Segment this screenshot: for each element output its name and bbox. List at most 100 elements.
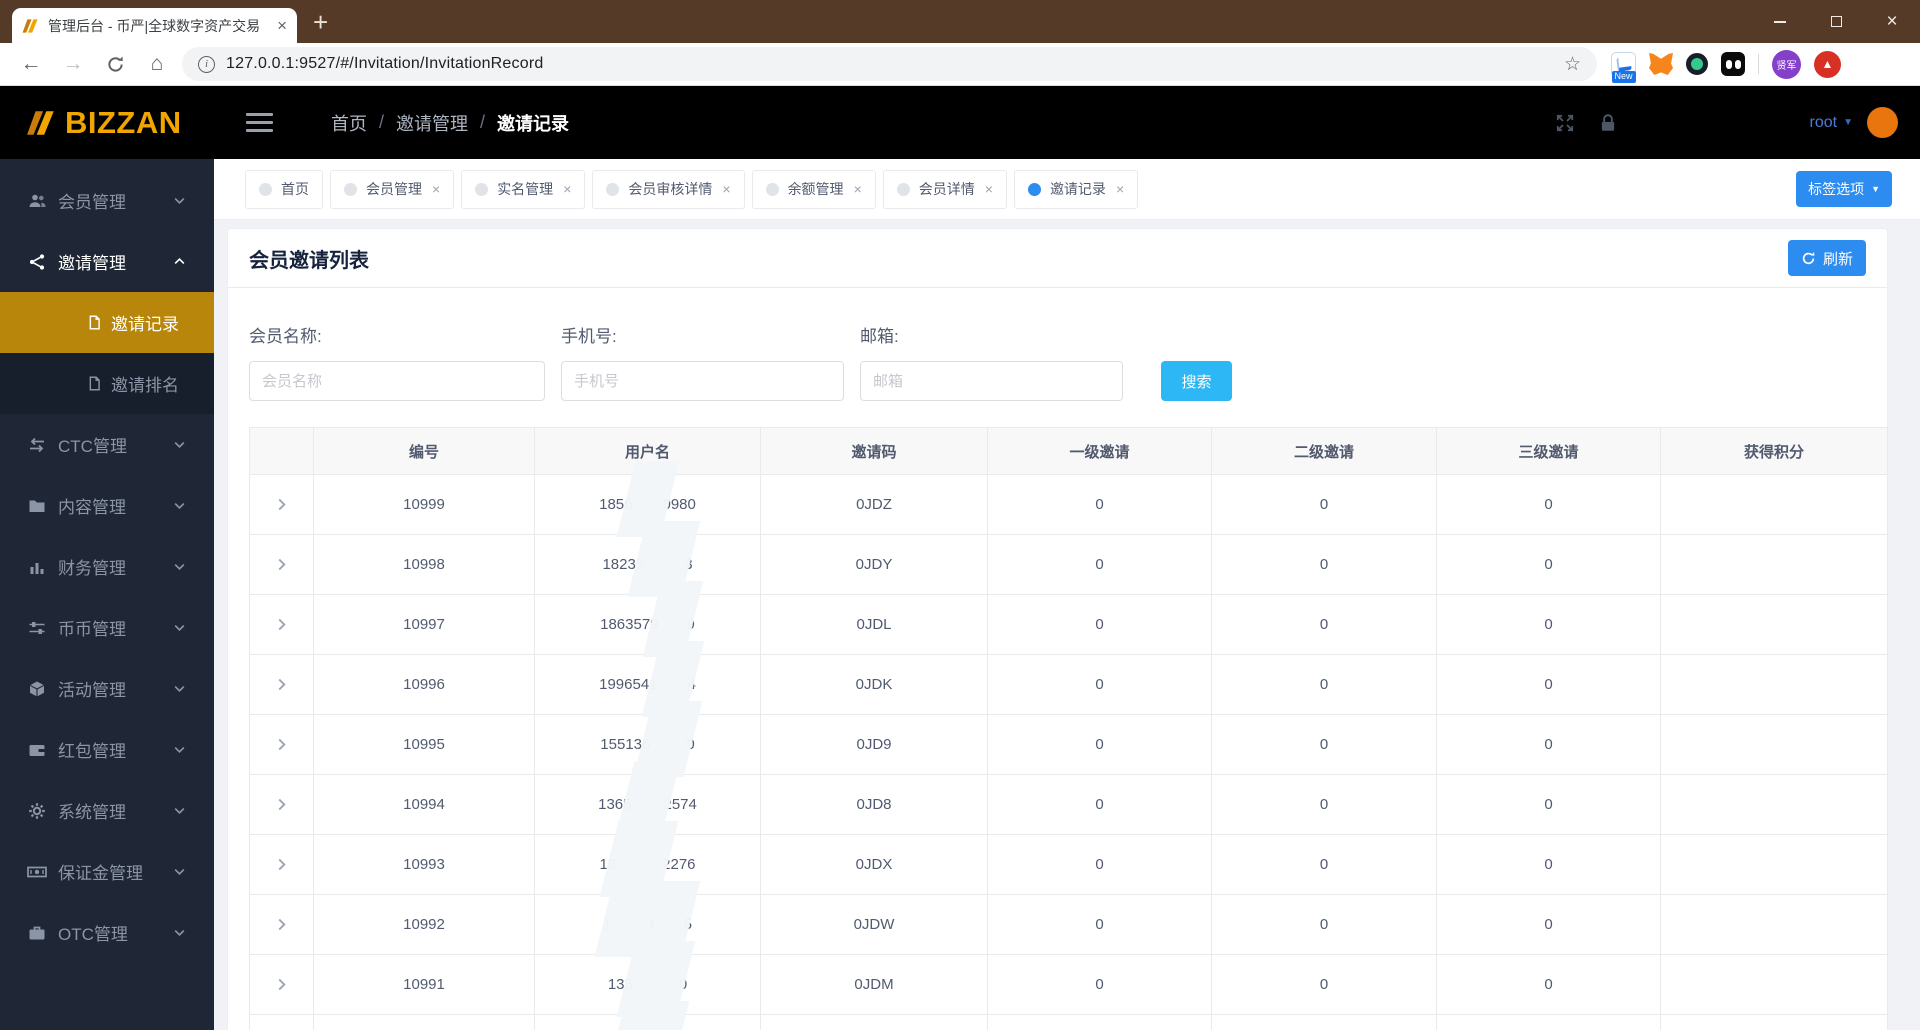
tag-options-button[interactable]: 标签选项 ▼ bbox=[1796, 171, 1892, 207]
tab-close-icon[interactable]: × bbox=[277, 17, 287, 34]
back-button[interactable]: ← bbox=[10, 52, 52, 76]
sidebar-item-系统管理[interactable]: 系统管理 bbox=[0, 780, 214, 841]
tag-close-icon[interactable]: × bbox=[722, 181, 730, 197]
cell-invite-code bbox=[760, 1014, 988, 1030]
expand-row-button[interactable] bbox=[249, 474, 314, 535]
view-tab-首页[interactable]: 首页 bbox=[245, 169, 323, 209]
expand-row-button[interactable] bbox=[249, 594, 314, 655]
tag-close-icon[interactable]: × bbox=[985, 181, 993, 197]
view-tab-邀请记录[interactable]: 邀请记录 × bbox=[1013, 169, 1139, 209]
fullscreen-icon[interactable] bbox=[1554, 112, 1576, 134]
cell-invite-code: 0JDL bbox=[760, 594, 988, 655]
cell-level1-invites: 0 bbox=[987, 774, 1212, 835]
close-icon: × bbox=[1886, 11, 1898, 32]
new-tab-button[interactable]: + bbox=[313, 9, 328, 35]
search-filters: 会员名称: 手机号: 邮箱: 搜索 bbox=[228, 288, 1887, 401]
window-close-button[interactable]: × bbox=[1864, 0, 1920, 43]
lock-screen-icon[interactable] bbox=[1598, 113, 1618, 133]
tag-close-icon[interactable]: × bbox=[563, 181, 571, 197]
member-name-input[interactable] bbox=[249, 361, 545, 401]
expand-row-button[interactable] bbox=[249, 534, 314, 595]
browser-profile-avatar[interactable]: 贤军 bbox=[1772, 49, 1801, 79]
view-tab-会员审核详情[interactable]: 会员审核详情 × bbox=[592, 169, 745, 209]
expand-row-button[interactable] bbox=[249, 654, 314, 715]
refresh-button[interactable]: 刷新 bbox=[1787, 240, 1866, 276]
sidebar-toggle-button[interactable] bbox=[246, 113, 273, 132]
sidebar-subitem-邀请记录[interactable]: 邀请记录 bbox=[0, 292, 214, 353]
view-tab-余额管理[interactable]: 余额管理 × bbox=[751, 169, 876, 209]
window-minimize-button[interactable] bbox=[1752, 0, 1808, 43]
censor-blur bbox=[632, 797, 664, 813]
breadcrumb: 首页 / 邀请管理 / 邀请记录 bbox=[331, 110, 569, 136]
censor-blur bbox=[659, 617, 687, 633]
bizzan-logo-icon bbox=[27, 110, 54, 135]
expand-row-button[interactable] bbox=[249, 774, 314, 835]
cell-username bbox=[534, 1014, 761, 1030]
chevron-down-icon bbox=[173, 194, 186, 207]
extension-new-icon[interactable]: New bbox=[1611, 51, 1636, 83]
breadcrumb-home[interactable]: 首页 bbox=[331, 110, 367, 136]
table-row: 10997 1863579 9 0JDL 0 0 0 bbox=[249, 594, 1888, 655]
cell-level2-invites: 0 bbox=[1211, 894, 1437, 955]
sidebar-item-财务管理[interactable]: 财务管理 bbox=[0, 536, 214, 597]
sidebar-item-红包管理[interactable]: 红包管理 bbox=[0, 719, 214, 780]
sidebar-item-OTC管理[interactable]: OTC管理 bbox=[0, 902, 214, 963]
email-input[interactable] bbox=[860, 361, 1123, 401]
cell-level1-invites: 0 bbox=[987, 534, 1212, 595]
view-tab-实名管理[interactable]: 实名管理 × bbox=[461, 169, 586, 209]
table-row bbox=[249, 1014, 1888, 1030]
search-button[interactable]: 搜索 bbox=[1161, 361, 1232, 401]
expand-row-button[interactable] bbox=[249, 834, 314, 895]
sidebar-subitem-邀请排名[interactable]: 邀请排名 bbox=[0, 353, 214, 414]
tag-close-icon[interactable]: × bbox=[854, 181, 862, 197]
forward-button[interactable]: → bbox=[52, 52, 94, 76]
sidebar-item-邀请管理[interactable]: 邀请管理 bbox=[0, 231, 214, 292]
table-row: 10994 1365 2574 0JD8 0 0 0 bbox=[249, 774, 1888, 835]
extension-ring-icon[interactable] bbox=[1686, 53, 1708, 75]
view-tab-会员详情[interactable]: 会员详情 × bbox=[882, 169, 1007, 209]
sidebar-item-CTC管理[interactable]: CTC管理 bbox=[0, 414, 214, 475]
window-maximize-button[interactable] bbox=[1808, 0, 1864, 43]
users-icon bbox=[27, 192, 47, 210]
bookmark-star-icon[interactable]: ☆ bbox=[1564, 53, 1581, 76]
chevron-down-icon bbox=[173, 438, 186, 451]
tag-close-icon[interactable]: × bbox=[432, 181, 440, 197]
sidebar-item-活动管理[interactable]: 活动管理 bbox=[0, 658, 214, 719]
minimize-icon bbox=[1774, 20, 1786, 23]
user-menu[interactable]: root ▼ bbox=[1810, 114, 1853, 132]
extension-dark-icon[interactable] bbox=[1721, 52, 1745, 76]
cell-id: 10993 bbox=[313, 834, 535, 895]
reload-button[interactable] bbox=[94, 55, 136, 74]
sidebar-item-币币管理[interactable]: 币币管理 bbox=[0, 597, 214, 658]
phone-input[interactable] bbox=[561, 361, 844, 401]
view-tab-会员管理[interactable]: 会员管理 × bbox=[330, 169, 455, 209]
censor-blur bbox=[616, 857, 662, 873]
expand-row-button[interactable] bbox=[249, 1014, 314, 1030]
expand-row-button[interactable] bbox=[249, 954, 314, 1015]
sidebar-item-会员管理[interactable]: 会员管理 bbox=[0, 170, 214, 231]
cell-username: 18235 3 bbox=[534, 534, 761, 595]
doc-icon bbox=[87, 315, 102, 330]
cell-level2-invites: 0 bbox=[1211, 774, 1437, 835]
user-avatar[interactable] bbox=[1867, 107, 1898, 138]
member-name-label: 会员名称: bbox=[249, 327, 322, 346]
sidebar-item-保证金管理[interactable]: 保证金管理 bbox=[0, 841, 214, 902]
browser-tab[interactable]: 管理后台 - 币严|全球数字资产交易 × bbox=[12, 8, 297, 43]
tag-dot-icon bbox=[344, 182, 357, 196]
home-button[interactable]: ⌂ bbox=[136, 52, 178, 76]
sidebar-item-内容管理[interactable]: 内容管理 bbox=[0, 475, 214, 536]
expand-row-button[interactable] bbox=[249, 714, 314, 775]
browser-update-button[interactable]: ▲ bbox=[1814, 50, 1841, 78]
censor-blur bbox=[644, 557, 684, 573]
expand-row-button[interactable] bbox=[249, 894, 314, 955]
cell-points bbox=[1660, 954, 1888, 1015]
cell-level2-invites: 0 bbox=[1211, 534, 1437, 595]
tag-close-icon[interactable]: × bbox=[1116, 181, 1124, 197]
metamask-icon[interactable] bbox=[1649, 53, 1673, 75]
breadcrumb-section[interactable]: 邀请管理 bbox=[396, 110, 468, 136]
address-bar[interactable]: i 127.0.0.1:9527/#/Invitation/Invitation… bbox=[182, 47, 1597, 81]
cell-id bbox=[313, 1014, 535, 1030]
cell-points bbox=[1660, 594, 1888, 655]
page-info-icon[interactable]: i bbox=[198, 55, 215, 73]
briefcase-icon bbox=[27, 924, 47, 942]
